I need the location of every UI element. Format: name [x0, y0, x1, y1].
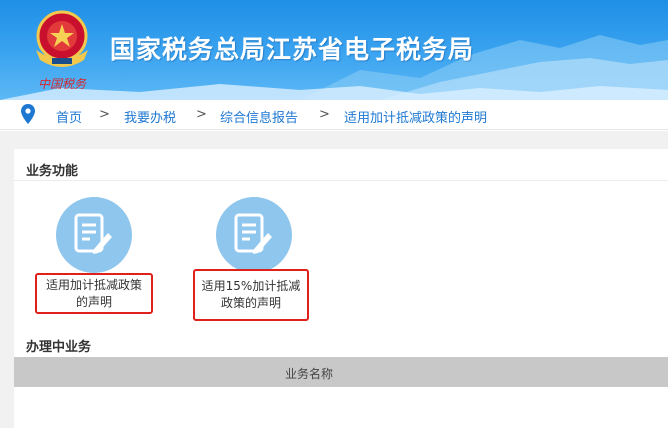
breadcrumb-home[interactable]: 首页 [56, 107, 82, 126]
function-item-additional-deduction[interactable]: 适用加计抵减政策 的声明 [35, 273, 153, 314]
emblem-caption: 中国税务 [38, 77, 87, 91]
in-progress-title: 办理中业务 [26, 340, 92, 355]
tax-emblem-logo: 中国税务 [36, 10, 88, 91]
function-icon-button-1[interactable] [56, 197, 132, 273]
function-label-line: 适用加计抵减政策 [45, 277, 142, 292]
function-item-15pct-additional-deduction[interactable]: 适用15%加计抵减 政策的声明 [193, 269, 309, 321]
function-label-line: 的声明 [75, 294, 112, 309]
function-label-line: 适用15%加计抵减 [201, 279, 301, 293]
divider [14, 180, 668, 181]
breadcrumb-separator: > [319, 107, 330, 122]
breadcrumb-tax-service[interactable]: 我要办税 [124, 107, 176, 126]
breadcrumb-info-report[interactable]: 综合信息报告 [220, 107, 298, 126]
location-pin-icon [21, 104, 35, 124]
business-function-title: 业务功能 [26, 164, 79, 179]
table-column-business-name: 业务名称 [285, 367, 334, 381]
site-title: 国家税务总局江苏省电子税务局 [110, 35, 475, 64]
document-edit-icon [74, 213, 112, 254]
table-header [14, 357, 668, 387]
breadcrumb-current: 适用加计抵减政策的声明 [344, 111, 488, 126]
function-label-line: 政策的声明 [220, 296, 281, 310]
breadcrumb-separator: > [99, 107, 110, 122]
function-icon-button-2[interactable] [216, 197, 292, 273]
document-edit-icon [234, 213, 272, 254]
breadcrumb-separator: > [196, 107, 207, 122]
header-banner: 中国税务 国家税务总局江苏省电子税务局 [0, 0, 668, 100]
